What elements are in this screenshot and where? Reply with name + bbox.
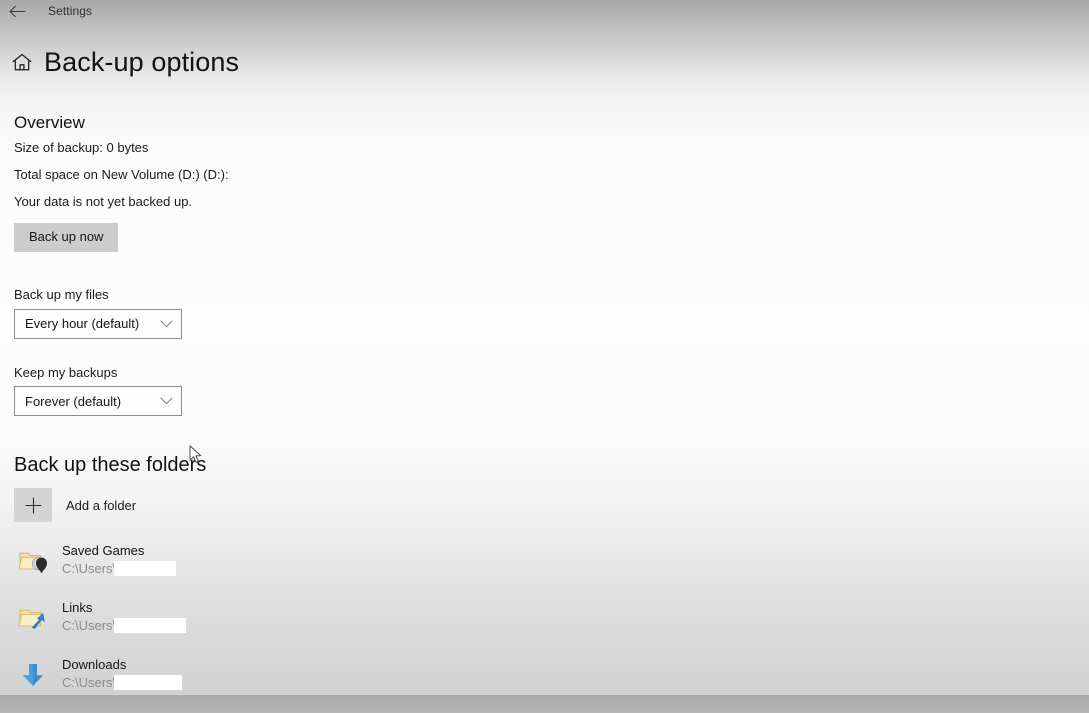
folder-path-text: C:\Users\ (62, 617, 117, 633)
keep-backups-select[interactable]: Forever (default) (14, 386, 182, 417)
backup-frequency-label: Back up my files (14, 286, 109, 302)
title-bar: Settings (0, 0, 1089, 22)
redaction-block (114, 674, 182, 690)
folder-name: Saved Games (62, 543, 145, 559)
backup-frequency-value: Every hour (default) (25, 316, 140, 332)
links-folder-icon (14, 601, 52, 635)
chevron-down-icon (160, 397, 173, 405)
titlebar-label: Settings (48, 4, 93, 18)
list-item[interactable]: Downloads C:\Users\ (14, 656, 714, 713)
redaction-block (114, 560, 176, 576)
chevron-down-icon (160, 320, 173, 328)
page-header: Back-up options (0, 42, 239, 82)
plus-icon (14, 488, 52, 523)
folder-path: C:\Users\ (62, 674, 182, 692)
folder-path: C:\Users\ (62, 560, 176, 578)
home-icon[interactable] (0, 42, 44, 82)
folder-path-text: C:\Users\ (62, 560, 117, 576)
overview-heading: Overview (14, 113, 85, 132)
settings-content: Overview Size of backup: 0 bytes Total s… (14, 112, 714, 713)
size-of-backup-text: Size of backup: 0 bytes (14, 139, 149, 155)
list-item[interactable]: Saved Games C:\Users\ (14, 542, 714, 599)
backup-status-text: Your data is not yet backed up. (14, 194, 193, 210)
downloads-arrow-icon (14, 658, 52, 692)
folder-path: C:\Users\ (62, 617, 186, 635)
add-a-folder-label: Add a folder (66, 497, 137, 513)
total-space-text: Total space on New Volume (D:) (D:): (14, 167, 229, 183)
backup-folder-list: Saved Games C:\Users\ Links C:\Users\ Do… (14, 542, 714, 713)
add-a-folder-button[interactable]: Add a folder (14, 488, 254, 523)
folder-path-text: C:\Users\ (62, 674, 117, 690)
saved-games-folder-icon (14, 544, 52, 578)
backup-folders-heading: Back up these folders (14, 454, 207, 477)
keep-backups-label: Keep my backups (14, 364, 118, 380)
backup-frequency-select[interactable]: Every hour (default) (14, 308, 182, 339)
back-arrow-icon[interactable] (0, 0, 34, 22)
folder-name: Links (62, 600, 93, 616)
page-title: Back-up options (44, 46, 240, 77)
list-item[interactable]: Links C:\Users\ (14, 599, 714, 656)
folder-name: Downloads (62, 657, 127, 673)
back-up-now-button[interactable]: Back up now (14, 222, 119, 252)
redaction-block (114, 617, 186, 633)
keep-backups-value: Forever (default) (25, 393, 122, 409)
